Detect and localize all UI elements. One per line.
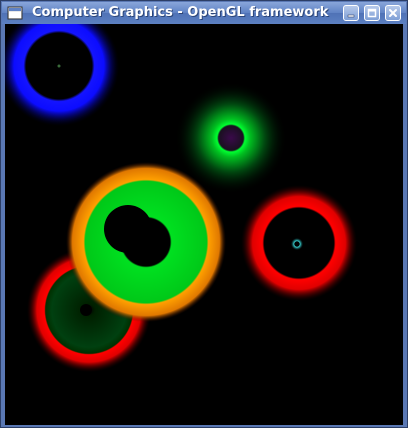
scene-svg xyxy=(5,24,357,372)
maximize-button[interactable] xyxy=(364,5,380,21)
app-window-icon[interactable] xyxy=(7,5,23,21)
red-green-ring-hole xyxy=(80,304,92,316)
orange-ring-hole xyxy=(104,205,152,253)
cyan-inner-ring xyxy=(291,238,303,250)
title-bar[interactable]: Computer Graphics - OpenGL framework xyxy=(2,2,406,24)
window-title: Computer Graphics - OpenGL framework xyxy=(32,5,329,20)
minimize-button[interactable] xyxy=(343,5,359,21)
opengl-canvas[interactable] xyxy=(5,24,403,425)
blue-ring-center-dot xyxy=(57,64,61,68)
close-button[interactable] xyxy=(385,5,401,21)
blue-ring xyxy=(5,24,119,126)
application-window: Computer Graphics - OpenGL framework xyxy=(0,0,408,428)
close-icon xyxy=(389,9,397,17)
minimize-icon xyxy=(347,14,355,18)
maximize-icon xyxy=(367,8,377,18)
